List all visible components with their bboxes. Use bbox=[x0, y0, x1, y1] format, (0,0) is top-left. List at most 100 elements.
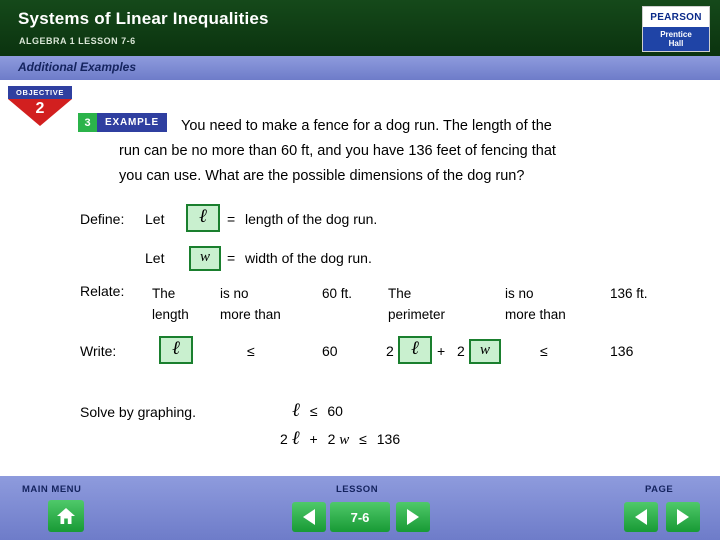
page-next-button[interactable] bbox=[666, 502, 700, 532]
relate-col6: 136 ft. bbox=[610, 286, 648, 301]
page-label: PAGE bbox=[645, 484, 674, 495]
write-variable-l-box: ℓ bbox=[159, 336, 193, 364]
relate-col1-line1: The bbox=[152, 286, 176, 301]
solve-ineq1-var: ℓ bbox=[292, 400, 300, 421]
less-equal-1: ≤ bbox=[247, 343, 255, 359]
problem-line-2: run can be no more than 60 ft, and you h… bbox=[119, 143, 556, 159]
lesson-number-box[interactable]: 7-6 bbox=[330, 502, 390, 532]
relate-col3: 60 ft. bbox=[322, 286, 353, 301]
triangle-right-icon bbox=[407, 509, 419, 525]
section-label: Additional Examples bbox=[18, 60, 137, 74]
example-tag: 3 EXAMPLE bbox=[78, 113, 167, 132]
define-let-2: Let bbox=[145, 250, 164, 266]
plus-sign: + bbox=[437, 343, 446, 359]
write-coef-2w: 2 bbox=[457, 343, 465, 359]
main-menu-label: MAIN MENU bbox=[22, 484, 82, 495]
solve-inequality-1: ℓ ≤ 60 bbox=[292, 400, 343, 422]
variable-l-value: ℓ bbox=[186, 204, 220, 232]
example-number: 3 bbox=[78, 113, 97, 132]
lesson-number: 7-6 bbox=[350, 509, 370, 525]
triangle-left-icon bbox=[303, 509, 315, 525]
solve-ineq2-coef2: 2 bbox=[327, 431, 336, 447]
logo-prentice-hall-text: Prentice Hall bbox=[643, 27, 709, 51]
relate-label-wrap: Relate: bbox=[80, 283, 124, 299]
logo-pearson-text: PEARSON bbox=[643, 7, 709, 27]
write-value-136: 136 bbox=[610, 343, 633, 359]
objective-badge: OBJECTIVE 2 bbox=[8, 86, 72, 126]
relate-col5-line2: more than bbox=[505, 307, 566, 322]
solve-label: Solve by graphing. bbox=[80, 404, 196, 420]
width-description: width of the dog run. bbox=[245, 250, 372, 266]
lesson-prev-button[interactable] bbox=[292, 502, 326, 532]
solve-ineq2-var: ℓ bbox=[291, 428, 300, 449]
solve-ineq2-coef: 2 bbox=[280, 431, 288, 447]
relate-col-length: The length bbox=[152, 283, 189, 325]
write-label: Write: bbox=[80, 343, 117, 359]
relate-col2-line1: is no bbox=[220, 286, 249, 301]
logo-line-2: Hall bbox=[668, 39, 684, 48]
write-variable-w-box: w bbox=[469, 339, 501, 364]
slide-page: Systems of Linear Inequalities ALGEBRA 1… bbox=[0, 0, 720, 540]
write-variable-l: ℓ bbox=[159, 336, 193, 364]
equals-sign-2: = bbox=[227, 250, 236, 266]
variable-w-value: w bbox=[189, 246, 221, 271]
less-equal-2: ≤ bbox=[540, 343, 548, 359]
relate-col-perimeter: The perimeter bbox=[388, 283, 445, 325]
solve-inequality-2: 2 ℓ + 2 w ≤ 136 bbox=[280, 428, 400, 450]
solve-ineq2-var2: w bbox=[339, 432, 350, 448]
write-variable-w: w bbox=[469, 339, 501, 364]
triangle-left-icon bbox=[635, 509, 647, 525]
objective-label: OBJECTIVE bbox=[8, 86, 72, 99]
equals-sign-1: = bbox=[227, 211, 236, 227]
objective-number: 2 bbox=[35, 100, 45, 117]
header-bar: Systems of Linear Inequalities ALGEBRA 1… bbox=[0, 0, 720, 56]
relate-col2-line2: more than bbox=[220, 307, 281, 322]
relate-label: Relate: bbox=[80, 283, 125, 299]
write-plus: + bbox=[437, 343, 445, 359]
length-description: length of the dog run. bbox=[245, 211, 378, 227]
define-equals-1: = bbox=[227, 211, 235, 227]
define-desc-2: width of the dog run. bbox=[245, 250, 372, 266]
relate-col4-line1: The bbox=[388, 286, 412, 301]
home-icon bbox=[57, 508, 75, 524]
solve-ineq2-plus: + bbox=[309, 431, 318, 447]
coefficient-2-w: 2 bbox=[457, 343, 465, 359]
lesson-next-button[interactable] bbox=[396, 502, 430, 532]
problem-line-1: You need to make a fence for a dog run. … bbox=[181, 118, 552, 134]
logo-line-1: Prentice bbox=[660, 30, 692, 39]
define-label: Define: bbox=[80, 211, 125, 227]
pearson-prentice-hall-logo: PEARSON Prentice Hall bbox=[642, 6, 710, 52]
lesson-label: LESSON bbox=[336, 484, 379, 495]
relate-col-isno-1: is no more than bbox=[220, 283, 281, 325]
solve-ineq1-val: 60 bbox=[327, 403, 343, 419]
relate-col-isno-2: is no more than bbox=[505, 283, 566, 325]
define-let-1: Let bbox=[145, 211, 164, 227]
relate-col5-line1: is no bbox=[505, 286, 534, 301]
let-word-1: Let bbox=[145, 211, 165, 227]
solve-ineq1-op: ≤ bbox=[309, 403, 318, 419]
triangle-right-icon bbox=[677, 509, 689, 525]
problem-text: You need to make a fence for a dog run. … bbox=[119, 114, 673, 189]
solve-label-wrap: Solve by graphing. bbox=[80, 404, 196, 420]
relate-col1-line2: length bbox=[152, 307, 189, 322]
example-word: EXAMPLE bbox=[97, 113, 167, 132]
variable-box-width: w bbox=[189, 246, 221, 271]
relate-col-60ft: 60 ft. bbox=[322, 283, 352, 304]
define-desc-1: length of the dog run. bbox=[245, 211, 377, 227]
variable-box-length: ℓ bbox=[186, 204, 220, 232]
write-op-2: ≤ bbox=[540, 343, 548, 359]
write-op-1: ≤ bbox=[247, 343, 255, 359]
page-prev-button[interactable] bbox=[624, 502, 658, 532]
section-band: Additional Examples bbox=[0, 56, 720, 80]
write-variable-l-2: ℓ bbox=[398, 336, 432, 364]
write-variable-l-box-2: ℓ bbox=[398, 336, 432, 364]
relate-col-136ft: 136 ft. bbox=[610, 283, 648, 304]
coefficient-2-l: 2 bbox=[386, 343, 394, 359]
define-row-1: Define: bbox=[80, 211, 124, 227]
main-menu-home-button[interactable] bbox=[48, 500, 84, 532]
value-60: 60 bbox=[322, 343, 338, 359]
problem-line-3: you can use. What are the possible dimen… bbox=[119, 168, 525, 184]
write-value-60: 60 bbox=[322, 343, 338, 359]
define-equals-2: = bbox=[227, 250, 235, 266]
let-word-2: Let bbox=[145, 250, 165, 266]
